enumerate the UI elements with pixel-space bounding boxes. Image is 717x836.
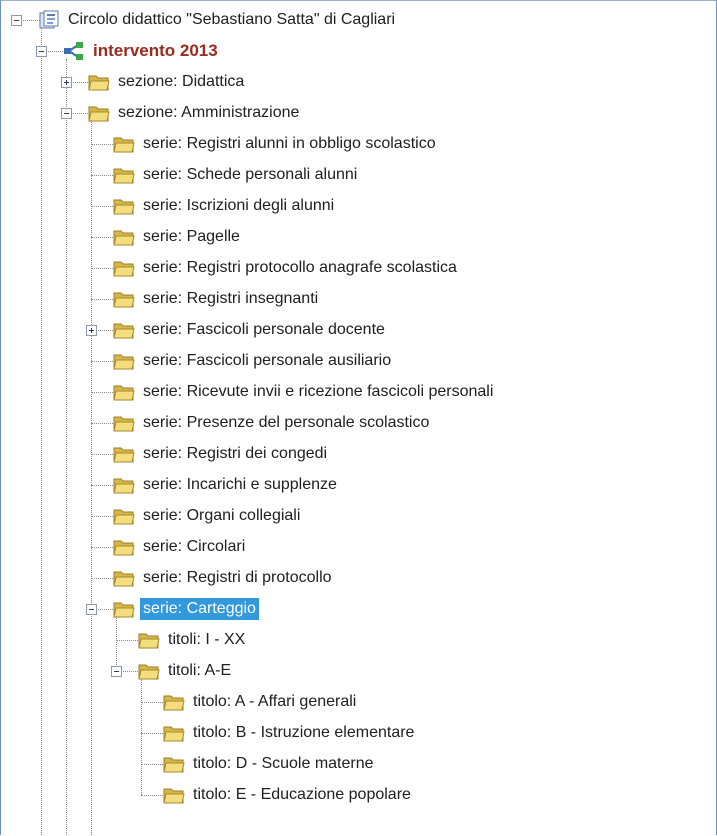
tree-connector — [91, 298, 113, 300]
folder-icon — [113, 599, 135, 619]
folder-icon — [113, 289, 135, 309]
tree-connector — [141, 701, 163, 703]
tree-node-label[interactable]: serie: Organi collegiali — [140, 505, 303, 527]
tree-node-label[interactable]: titoli: A-E — [165, 660, 234, 682]
folder-icon — [113, 196, 135, 216]
folder-icon — [113, 351, 135, 371]
folder-icon — [113, 537, 135, 557]
folder-icon — [113, 258, 135, 278]
tree-connector — [91, 205, 113, 207]
tree-node-label[interactable]: serie: Presenze del personale scolastico — [140, 412, 432, 434]
tree-connector — [91, 174, 113, 176]
tree-node-label[interactable]: titolo: E - Educazione popolare — [190, 784, 414, 806]
tree-node-label[interactable]: intervento 2013 — [90, 40, 221, 62]
tree-connector — [91, 236, 113, 238]
folder-icon — [113, 227, 135, 247]
folder-icon — [113, 134, 135, 154]
collapse-icon[interactable] — [61, 107, 72, 119]
collapse-icon[interactable] — [11, 14, 22, 26]
folder-icon — [113, 413, 135, 433]
tree-node-label[interactable]: serie: Incarichi e supplenze — [140, 474, 340, 496]
folder-icon — [113, 475, 135, 495]
tree-guide-line — [41, 27, 42, 835]
tree-node-label[interactable]: serie: Schede personali alunni — [140, 164, 360, 186]
tree-node-label[interactable]: serie: Fascicoli personale docente — [140, 319, 388, 341]
folder-icon — [113, 165, 135, 185]
folder-icon — [88, 72, 110, 92]
tree-node-label[interactable]: serie: Registri di protocollo — [140, 567, 335, 589]
tree-guide-line — [141, 678, 142, 795]
folder-icon — [138, 630, 160, 650]
tree-connector — [91, 360, 113, 362]
tree-connector — [141, 763, 163, 765]
tree-panel: Circolo didattico "Sebastiano Satta" di … — [0, 0, 717, 835]
tree-connector — [91, 422, 113, 424]
tree-connector — [141, 732, 163, 734]
tree-node-label[interactable]: serie: Carteggio — [140, 597, 259, 620]
tree-node-label[interactable]: titolo: D - Scuole materne — [190, 753, 377, 775]
archive-tree: Circolo didattico "Sebastiano Satta" di … — [1, 1, 716, 835]
expand-icon[interactable] — [86, 324, 97, 336]
tree-node-label[interactable]: serie: Ricevute invii e ricezione fascic… — [140, 381, 496, 403]
tree-node-label[interactable]: sezione: Amministrazione — [115, 102, 302, 124]
tree-node-label[interactable]: serie: Fascicoli personale ausiliario — [140, 350, 394, 372]
tree-connector — [91, 546, 113, 548]
tree-node-label[interactable]: serie: Registri alunni in obbligo scolas… — [140, 133, 439, 155]
expand-icon[interactable] — [61, 76, 72, 88]
tree-node-label[interactable]: titoli: I - XX — [165, 629, 248, 651]
folder-icon — [163, 785, 185, 805]
folder-icon — [163, 692, 185, 712]
folder-icon — [113, 320, 135, 340]
tree-connector — [116, 639, 138, 641]
folder-icon — [113, 444, 135, 464]
tree-node-label[interactable]: serie: Registri insegnanti — [140, 288, 321, 310]
tree-node-label[interactable]: titolo: A - Affari generali — [190, 691, 359, 713]
tree-node-label[interactable]: serie: Registri dei congedi — [140, 443, 330, 465]
collapse-icon[interactable] — [36, 45, 47, 57]
folder-icon — [113, 506, 135, 526]
tree-node-label[interactable]: titolo: B - Istruzione elementare — [190, 722, 417, 744]
tree-node-label[interactable]: serie: Pagelle — [140, 226, 243, 248]
tree-node-label[interactable]: serie: Registri protocollo anagrafe scol… — [140, 257, 460, 279]
tree-connector — [91, 577, 113, 579]
folder-icon — [88, 103, 110, 123]
tree-connector — [91, 515, 113, 517]
tree-connector — [91, 391, 113, 393]
tree-node-label[interactable]: Circolo didattico "Sebastiano Satta" di … — [65, 9, 398, 31]
folder-icon — [113, 382, 135, 402]
folder-icon — [163, 723, 185, 743]
collapse-icon[interactable] — [86, 603, 97, 615]
tree-node-label[interactable]: sezione: Didattica — [115, 71, 247, 93]
folder-icon — [113, 568, 135, 588]
tree-node-label[interactable]: serie: Circolari — [140, 536, 248, 558]
tree-connector — [91, 453, 113, 455]
tree-guide-line — [66, 58, 67, 835]
archive-root-icon — [38, 10, 60, 30]
tree-node-label[interactable]: serie: Iscrizioni degli alunni — [140, 195, 337, 217]
tree-connector — [91, 484, 113, 486]
folder-icon — [138, 661, 160, 681]
folder-icon — [163, 754, 185, 774]
tree-guide-line — [116, 616, 117, 671]
tree-guide-line — [91, 120, 92, 835]
tree-connector — [141, 794, 163, 796]
tree-connector — [91, 267, 113, 269]
collapse-icon[interactable] — [111, 665, 122, 677]
tree-connector — [91, 143, 113, 145]
structure-network-icon — [63, 41, 85, 61]
